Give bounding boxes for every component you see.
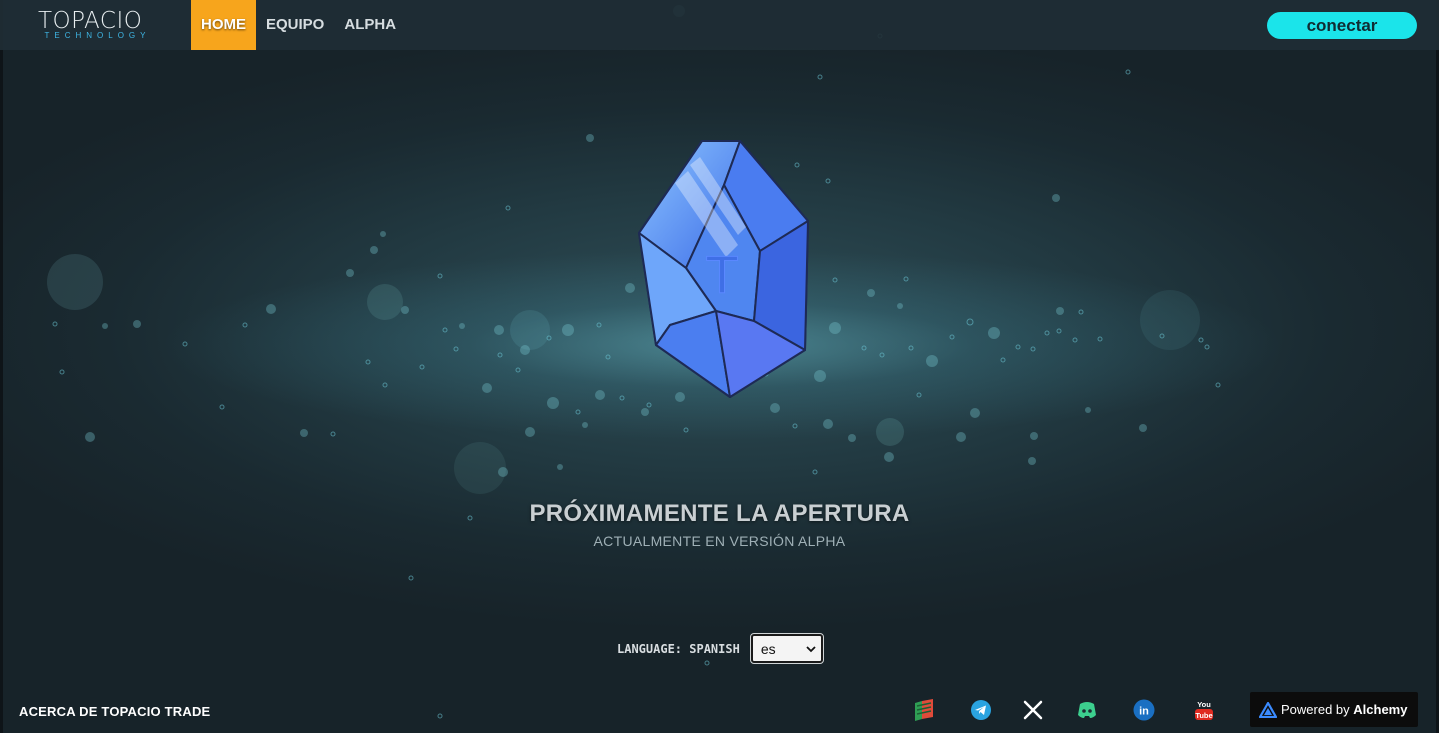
- powered-by-alchemy-badge[interactable]: Powered by Alchemy: [1250, 692, 1418, 727]
- youtube-icon[interactable]: You Tube: [1193, 699, 1215, 721]
- headline: PRÓXIMAMENTE LA APERTURA: [529, 500, 910, 527]
- alchemy-brand: Alchemy: [1353, 702, 1408, 717]
- book-icon[interactable]: [913, 699, 935, 721]
- svg-text:You: You: [1197, 700, 1211, 709]
- telegram-icon[interactable]: [970, 699, 992, 721]
- linkedin-icon[interactable]: in: [1133, 699, 1155, 721]
- nav-item-equipo[interactable]: EQUIPO: [256, 0, 334, 50]
- connect-button[interactable]: conectar: [1267, 12, 1417, 39]
- alchemy-prefix: Powered by: [1281, 702, 1350, 717]
- topaz-gem-image: T: [638, 140, 809, 398]
- topacio-logo[interactable]: TOPACIO TECHNOLOGY: [30, 8, 165, 42]
- x-icon[interactable]: [1022, 699, 1044, 721]
- main-nav: HOME EQUIPO ALPHA: [191, 0, 406, 50]
- about-link[interactable]: ACERCA DE TOPACIO TRADE: [19, 704, 210, 719]
- chevron-down-icon: [806, 645, 816, 652]
- gem-letter: T: [706, 247, 738, 305]
- svg-text:Tube: Tube: [1195, 711, 1212, 720]
- nav-item-home[interactable]: HOME: [191, 0, 256, 50]
- svg-text:in: in: [1139, 706, 1149, 718]
- discord-icon[interactable]: [1076, 699, 1098, 721]
- logo-subtitle: TECHNOLOGY: [44, 31, 151, 40]
- alchemy-logo-icon: [1259, 701, 1277, 718]
- language-selector: LANGUAGE: SPANISH es: [617, 633, 824, 664]
- top-header: TOPACIO TECHNOLOGY HOME EQUIPO ALPHA con…: [0, 0, 1439, 50]
- language-select[interactable]: es: [749, 633, 824, 664]
- language-label: LANGUAGE: SPANISH: [617, 641, 740, 656]
- subheadline: ACTUALMENTE EN VERSIÓN ALPHA: [593, 533, 846, 549]
- nav-item-alpha[interactable]: ALPHA: [334, 0, 406, 50]
- language-select-value: es: [760, 640, 776, 657]
- alchemy-text: Powered by Alchemy: [1281, 702, 1407, 717]
